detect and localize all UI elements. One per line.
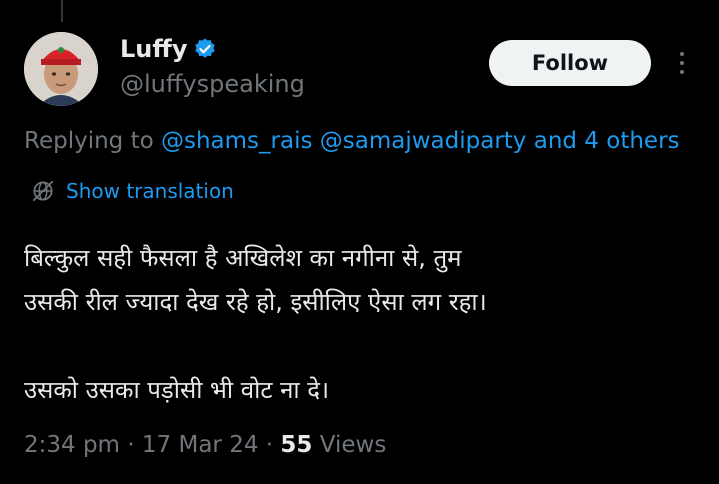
more-dot	[680, 52, 684, 56]
avatar-image	[24, 32, 98, 106]
author-handle[interactable]: @luffyspeaking	[120, 70, 305, 98]
replying-prefix: Replying to	[24, 128, 154, 154]
other-mentions-link[interactable]: and 4 others	[534, 128, 680, 154]
author-name[interactable]: Luffy	[120, 35, 187, 63]
more-vertical-icon[interactable]	[670, 48, 694, 78]
avatar[interactable]	[24, 32, 98, 106]
views-count[interactable]: 55	[280, 432, 312, 458]
replying-to-context: Replying to @shams_rais @samajwadiparty …	[24, 128, 719, 154]
tweet-text: बिल्कुल सही फैसला है अखिलेश का नगीना से,…	[24, 236, 704, 412]
tweet-time[interactable]: 2:34 pm	[24, 432, 120, 458]
mention-link[interactable]: @shams_rais	[161, 128, 312, 154]
thread-connector-line	[61, 0, 63, 22]
more-dot	[680, 70, 684, 74]
author-name-row[interactable]: Luffy	[120, 35, 217, 63]
show-translation-link[interactable]: Show translation	[30, 178, 234, 204]
more-dot	[680, 61, 684, 65]
tweet-line: बिल्कुल सही फैसला है अखिलेश का नगीना से,…	[24, 244, 462, 272]
views-label: Views	[319, 432, 387, 458]
mention-link[interactable]: @samajwadiparty	[320, 128, 527, 154]
show-translation-label[interactable]: Show translation	[66, 179, 234, 203]
globe-icon	[32, 180, 54, 202]
tweet-meta: 2:34 pm · 17 Mar 24 · 55 Views	[24, 432, 386, 458]
meta-separator: ·	[127, 432, 135, 458]
tweet-line: उसको उसका पड़ोसी भी वोट ना दे।	[24, 376, 330, 404]
follow-button[interactable]: Follow	[489, 40, 651, 86]
verified-badge-icon	[195, 38, 216, 58]
meta-separator: ·	[265, 432, 274, 458]
tweet-line: उसकी रील ज्यादा देख रहे हो, इसीलिए ऐसा ल…	[24, 288, 487, 316]
tweet-date[interactable]: 17 Mar 24	[142, 432, 259, 458]
